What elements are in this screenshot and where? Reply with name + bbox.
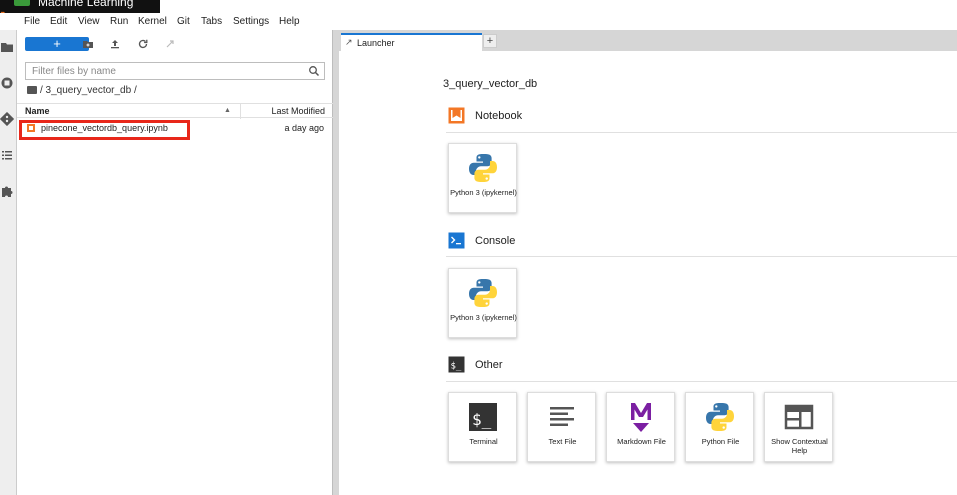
menu-file[interactable]: File: [24, 16, 40, 27]
new-folder-icon[interactable]: [82, 38, 94, 50]
launcher-cwd: 3_query_vector_db: [443, 78, 538, 90]
running-kernels-icon[interactable]: [0, 76, 14, 90]
card-label: Terminal: [469, 437, 498, 446]
tab-launcher[interactable]: ↗ Launcher: [341, 33, 482, 51]
markdown-icon: [631, 403, 651, 432]
contextual-help-icon: [784, 404, 814, 430]
home-folder-icon[interactable]: [27, 86, 37, 94]
menu-run[interactable]: Run: [110, 16, 128, 27]
card-python-file[interactable]: Python File: [685, 392, 754, 462]
notebook-icon: [448, 107, 465, 124]
section-divider: [446, 256, 957, 257]
terminal-icon: $_: [448, 356, 465, 373]
svg-text:$_: $_: [451, 362, 462, 372]
menu-help[interactable]: Help: [279, 16, 300, 27]
search-icon: [309, 66, 320, 77]
main-tab-bar: ↗ Launcher +: [339, 30, 957, 51]
menubar: File Edit View Run Kernel Git Tabs Setti…: [0, 13, 957, 30]
column-modified-header[interactable]: Last Modified: [271, 106, 325, 116]
card-markdown-file[interactable]: Markdown File: [606, 392, 675, 462]
menu-edit[interactable]: Edit: [50, 16, 67, 27]
sort-ascending-icon[interactable]: ▲: [224, 107, 231, 114]
python-icon: [706, 403, 734, 431]
menu-kernel[interactable]: Kernel: [138, 16, 167, 27]
menu-git[interactable]: Git: [177, 16, 190, 27]
upload-icon[interactable]: [109, 38, 121, 50]
file-list-header: Name ▲ Last Modified: [17, 103, 333, 119]
folder-icon[interactable]: [0, 40, 14, 54]
console-icon: [448, 232, 465, 249]
card-contextual-help[interactable]: Show Contextual Help: [764, 392, 833, 462]
column-divider[interactable]: [240, 104, 241, 119]
column-name-header[interactable]: Name: [25, 106, 50, 116]
extensions-icon[interactable]: [0, 184, 14, 198]
launcher-panel: 3_query_vector_db Notebook Python 3 (ipy…: [339, 51, 957, 495]
file-highlight-annotation: [19, 120, 190, 140]
tab-label: Launcher: [357, 38, 395, 48]
card-label: Text File: [548, 437, 577, 446]
section-title-notebook: Notebook: [475, 110, 523, 122]
card-label: Python 3 (ipykernel): [450, 188, 517, 197]
breadcrumb-path[interactable]: / 3_query_vector_db /: [40, 85, 137, 96]
card-label: Markdown File: [617, 437, 666, 446]
file-modified: a day ago: [284, 123, 324, 133]
section-divider: [446, 132, 957, 133]
filter-input[interactable]: [26, 63, 296, 79]
menu-settings[interactable]: Settings: [233, 16, 269, 27]
python-icon: [469, 154, 497, 182]
menu-tabs[interactable]: Tabs: [201, 16, 222, 27]
section-divider: [446, 381, 957, 382]
card-label: Python File: [701, 437, 740, 446]
card-notebook-python3[interactable]: Python 3 (ipykernel): [448, 143, 517, 213]
card-label: Show Contextual Help: [771, 437, 828, 455]
launcher-tab-icon: ↗: [345, 37, 353, 47]
menu-view[interactable]: View: [78, 16, 100, 27]
card-text-file[interactable]: Text File: [527, 392, 596, 462]
git-icon[interactable]: [0, 112, 14, 126]
git-clone-icon[interactable]: [164, 38, 176, 50]
section-title-console: Console: [475, 235, 516, 247]
app-title-bar: Machine Learning: [0, 0, 160, 13]
file-browser: + / 3_query_vector_db / Name ▲ Last Modi…: [17, 30, 333, 495]
new-launcher-button[interactable]: +: [25, 37, 89, 51]
svg-text:$_: $_: [472, 410, 492, 429]
app-logo-icon: [14, 0, 30, 6]
table-of-contents-icon[interactable]: [0, 148, 14, 162]
refresh-icon[interactable]: [137, 38, 149, 50]
card-label: Python 3 (ipykernel): [450, 313, 517, 322]
breadcrumb[interactable]: / 3_query_vector_db /: [27, 85, 137, 96]
card-console-python3[interactable]: Python 3 (ipykernel): [448, 268, 517, 338]
add-tab-button[interactable]: +: [483, 34, 497, 48]
section-title-other: Other: [475, 359, 503, 371]
card-terminal[interactable]: $_ Terminal: [448, 392, 517, 462]
terminal-icon: $_: [469, 403, 497, 431]
app-title: Machine Learning: [38, 0, 134, 9]
file-filter-box: [25, 62, 325, 80]
left-activity-bar: [0, 30, 17, 495]
text-file-icon: [550, 407, 574, 426]
python-icon: [469, 279, 497, 307]
